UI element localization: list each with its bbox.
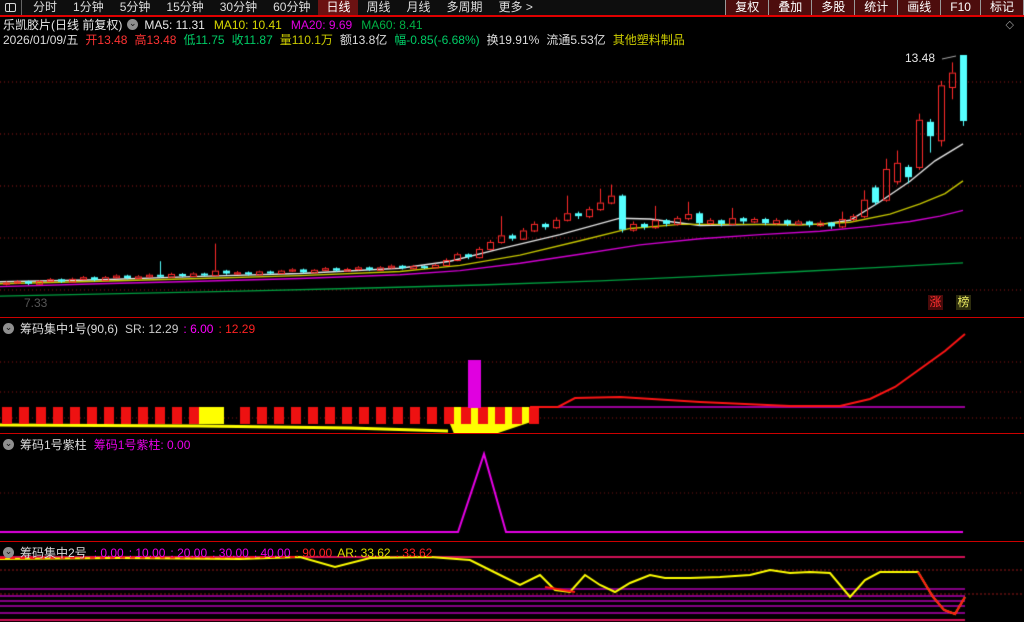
panel-value: : 0.00	[94, 546, 124, 560]
ma-value: MA5: 11.31	[144, 18, 204, 32]
toolbar-button-统计[interactable]: 统计	[855, 0, 898, 15]
panel-value: 筹码1号紫柱: 0.00	[94, 436, 191, 453]
quote-stat: 其他塑料制品	[613, 31, 685, 48]
panel-value: AR: 33.62	[337, 546, 390, 560]
period-toolbar: 分时1分钟5分钟15分钟30分钟60分钟日线周线月线多周期更多 > 复权叠加多股…	[0, 0, 1024, 17]
quote-stat: 收11.87	[232, 31, 273, 48]
quote-stat: 开13.48	[85, 31, 127, 48]
menu-item-多周期[interactable]: 多周期	[439, 0, 491, 15]
panel2-header: ⌄ 筹码1号紫柱筹码1号紫柱: 0.00	[3, 436, 195, 453]
indicator-panel-1[interactable]: ⌄ 筹码集中1号(90,6) SR: 12.29 : 6.00 : 12.29	[0, 317, 1024, 433]
toolbar-button-F10[interactable]: F10	[941, 0, 981, 15]
panel-value: : 10.00	[129, 546, 166, 560]
menu-item-日线[interactable]: 日线	[318, 0, 358, 15]
quote-stat: 幅-0.85(-6.68%)	[394, 31, 479, 48]
toolbar-button-画线[interactable]: 画线	[898, 0, 941, 15]
panel-title: 筹码1号紫柱	[20, 436, 87, 453]
panel-value: : 6.00	[183, 322, 213, 336]
panel-value: : 33.62	[396, 546, 433, 560]
panel-value: : 20.00	[170, 546, 207, 560]
panel1-header: ⌄ 筹码集中1号(90,6) SR: 12.29 : 6.00 : 12.29	[3, 320, 260, 337]
panel-value: : 40.00	[254, 546, 291, 560]
toolbar-button-标记[interactable]: 标记	[981, 0, 1024, 15]
quote-info-row: 2026/01/09/五开13.48 高13.48 低11.75 收11.87 量110…	[0, 32, 1024, 47]
main-chart[interactable]: 13.48 7.33 涨 榜	[0, 47, 1024, 317]
diamond-marker-icon: ◇	[1006, 20, 1014, 31]
bang-badge[interactable]: 榜	[956, 295, 971, 310]
period-menu: 分时1分钟5分钟15分钟30分钟60分钟日线周线月线多周期更多 >	[22, 0, 541, 15]
ma-values: MA5: 11.31 MA10: 10.41 MA20: 9.69 MA60: 8.4…	[144, 18, 431, 32]
chevron-down-circle-icon[interactable]: ⌄	[127, 19, 138, 30]
ma-value: MA20: 9.69	[291, 18, 352, 32]
quote-stat: 额13.8亿	[340, 31, 387, 48]
quote-stat: 量110.1万	[280, 31, 333, 48]
toolbar-buttons: 复权叠加多股统计画线F10标记	[725, 0, 1024, 15]
candlestick-canvas[interactable]	[0, 47, 1024, 317]
quote-stat: 2026/01/09/五	[3, 31, 78, 48]
min-price-label: 7.33	[24, 296, 47, 310]
toolbar-button-多股[interactable]: 多股	[812, 0, 855, 15]
toolbar-button-复权[interactable]: 复权	[726, 0, 769, 15]
menu-item-更多 >[interactable]: 更多 >	[491, 0, 541, 15]
panel-value: : 12.29	[218, 322, 255, 336]
menu-item-周线[interactable]: 周线	[358, 0, 398, 15]
quote-stat: 高13.48	[134, 31, 176, 48]
quote-stat: 换19.91%	[487, 31, 540, 48]
stock-title: 乐凯胶片(日线 前复权)	[3, 16, 122, 33]
menu-item-分时[interactable]: 分时	[25, 0, 65, 15]
stock-list-icon[interactable]	[0, 0, 22, 15]
panel-title: 筹码集中2号	[20, 544, 87, 561]
toolbar-button-叠加[interactable]: 叠加	[769, 0, 812, 15]
menu-item-60分钟[interactable]: 60分钟	[265, 0, 318, 15]
quote-stat: 低11.75	[183, 31, 224, 48]
last-price-label: 13.48	[905, 51, 935, 65]
indicator-panel-2[interactable]: ⌄ 筹码1号紫柱筹码1号紫柱: 0.00	[0, 433, 1024, 541]
menu-item-5分钟[interactable]: 5分钟	[112, 0, 159, 15]
ma-value: MA10: 10.41	[214, 18, 282, 32]
collapse-icon[interactable]: ⌄	[3, 323, 14, 334]
panel-value: SR: 12.29	[125, 322, 178, 336]
app-window: 分时1分钟5分钟15分钟30分钟60分钟日线周线月线多周期更多 > 复权叠加多股…	[0, 0, 1024, 622]
collapse-icon[interactable]: ⌄	[3, 439, 14, 450]
menu-item-月线[interactable]: 月线	[399, 0, 439, 15]
panel-value: : 30.00	[212, 546, 249, 560]
indicator-panel-3[interactable]: ⌄ 筹码集中2号 : 0.00 : 10.00 : 20.00 : 30.00 : 40.0…	[0, 541, 1024, 622]
stock-list-icon-glyph	[5, 3, 16, 12]
panel-title: 筹码集中1号(90,6)	[20, 320, 118, 337]
panel-value: : 90.00	[296, 546, 333, 560]
zhang-badge[interactable]: 涨	[928, 295, 943, 310]
panel3-header: ⌄ 筹码集中2号 : 0.00 : 10.00 : 20.00 : 30.00 : 40.0…	[3, 544, 437, 561]
ma-value: MA60: 8.41	[361, 18, 422, 32]
quote-stat: 流通5.53亿	[546, 31, 605, 48]
title-row: 乐凯胶片(日线 前复权) ⌄ MA5: 11.31 MA10: 10.41 MA20…	[0, 17, 1024, 32]
menu-item-15分钟[interactable]: 15分钟	[158, 0, 211, 15]
menu-item-1分钟[interactable]: 1分钟	[65, 0, 112, 15]
collapse-icon[interactable]: ⌄	[3, 547, 14, 558]
menu-item-30分钟[interactable]: 30分钟	[212, 0, 265, 15]
